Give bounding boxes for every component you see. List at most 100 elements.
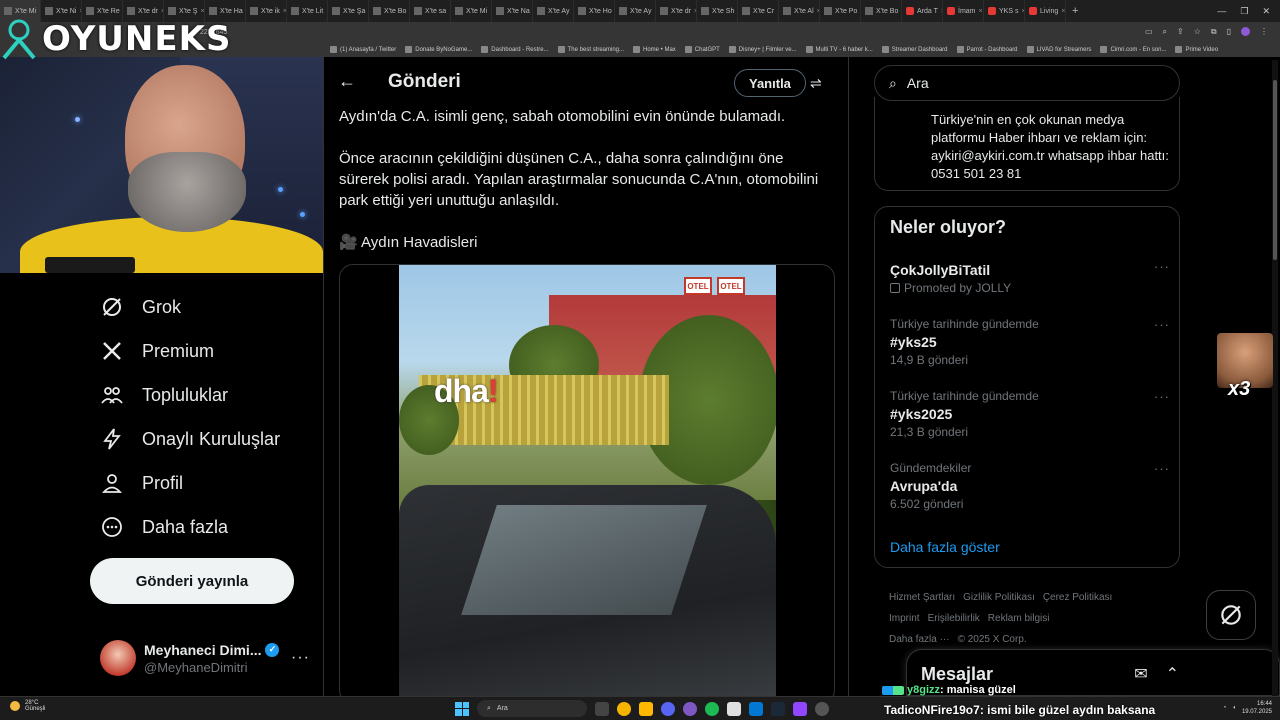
footer-link[interactable]: Imprint xyxy=(889,613,920,624)
browser-tab[interactable]: X'te Cr× xyxy=(738,0,779,22)
browser-tab[interactable]: X'te Şa× xyxy=(328,0,369,22)
browser-tab[interactable]: X'te Ay× xyxy=(533,0,574,22)
trend-item[interactable]: Gündemdekiler Avrupa'da 6.502 gönderi ··… xyxy=(890,461,1170,511)
bookmark-item[interactable]: (1) Anasayfa / Twitter xyxy=(330,46,396,53)
bookmark-item[interactable]: ChatGPT xyxy=(684,46,720,53)
zoom-icon[interactable]: ⌕ xyxy=(1163,27,1167,37)
steam-icon[interactable] xyxy=(771,701,785,716)
browser-tab[interactable]: X'te Po× xyxy=(820,0,861,22)
bookmark-star-icon[interactable]: ☆ xyxy=(1194,27,1201,37)
spotify-icon[interactable] xyxy=(705,701,719,716)
footer-link[interactable]: Gizlilik Politikası xyxy=(963,592,1035,603)
footer-link[interactable]: Çerez Politikası xyxy=(1043,592,1112,603)
browser-profile-icon[interactable] xyxy=(1241,27,1250,36)
sidebar-item-verified-orgs[interactable]: Onaylı Kuruluşlar xyxy=(100,427,280,451)
footer-link[interactable]: Reklam bilgisi xyxy=(988,613,1050,624)
browser-tab[interactable]: X'te ik × xyxy=(246,0,287,22)
cast-icon[interactable]: ▭ xyxy=(1145,27,1153,37)
more-dots-icon[interactable]: ··· xyxy=(1154,259,1170,274)
reply-button[interactable]: Yanıtla xyxy=(734,69,806,97)
bookmark-item[interactable]: Streamer Dashboard xyxy=(881,46,948,53)
browser-tab[interactable]: X'te Ay× xyxy=(615,0,656,22)
bookmark-item[interactable]: Donate ByNoGame... xyxy=(405,46,472,53)
expand-up-icon[interactable]: ⌃ xyxy=(1166,664,1179,684)
search-input[interactable]: ⌕ Ara xyxy=(874,65,1180,101)
browser-tab[interactable]: İmam × xyxy=(943,0,984,22)
more-dots-icon[interactable]: ··· xyxy=(1154,389,1170,404)
obs-icon[interactable] xyxy=(815,701,829,716)
tab-close-icon[interactable]: × xyxy=(979,8,983,15)
browser-tab[interactable]: X'te Mi× xyxy=(451,0,492,22)
notepad-icon[interactable] xyxy=(727,701,741,716)
bookmark-item[interactable]: Disney+ | Filmler ve... xyxy=(728,46,797,53)
bookmark-item[interactable]: Parrot - Dashboard xyxy=(956,46,1018,53)
tab-close-icon[interactable]: × xyxy=(1061,8,1065,15)
tab-close-icon[interactable]: × xyxy=(200,8,204,15)
trend-item[interactable]: Türkiye tarihinde gündemde #yks25 14,9 B… xyxy=(890,317,1170,367)
footer-link[interactable]: Daha fazla ··· xyxy=(889,634,950,645)
browser-tab[interactable]: X'te Al× xyxy=(779,0,820,22)
bookmark-item[interactable]: LIVAD for Streamers xyxy=(1026,46,1091,53)
bookmark-item[interactable]: Multi TV - 6 haber k... xyxy=(805,46,873,53)
bookmark-item[interactable]: The best streaming... xyxy=(557,46,624,53)
bookmark-item[interactable]: Prime Video xyxy=(1175,46,1218,53)
menu-icon[interactable]: ⋮ xyxy=(1260,27,1268,37)
browser-tab[interactable]: X'te dr× xyxy=(656,0,697,22)
show-more-link[interactable]: Daha fazla göster xyxy=(890,539,1000,555)
chrome-icon[interactable] xyxy=(617,701,631,716)
video-player[interactable]: OTEL OTEL dha! xyxy=(399,265,776,696)
more-dots-icon[interactable]: ··· xyxy=(1154,461,1170,476)
browser-tab[interactable]: X'te sa× xyxy=(410,0,451,22)
minimize-icon[interactable]: — xyxy=(1217,6,1226,17)
task-view-icon[interactable] xyxy=(595,701,609,716)
browser-tab[interactable]: YKS s× xyxy=(984,0,1025,22)
windows-start-icon[interactable] xyxy=(455,701,469,716)
sidebar-item-profile[interactable]: Profil xyxy=(100,471,183,495)
discord-icon[interactable] xyxy=(661,701,675,716)
bookmark-item[interactable]: Dashboard - Restre... xyxy=(481,46,549,53)
footer-link[interactable]: Erişilebilirlik xyxy=(928,613,980,624)
footer-link[interactable]: Hizmet Şartları xyxy=(889,592,955,603)
more-dots-icon[interactable]: ··· xyxy=(291,649,310,667)
more-dots-icon[interactable]: ··· xyxy=(1154,317,1170,332)
clock[interactable]: 16:44 19.07.2025 xyxy=(1242,700,1272,716)
account-switcher[interactable]: Meyhaneci Dimi... ✓ @MeyhaneDimitri ··· xyxy=(100,638,310,678)
taskbar-search[interactable]: ⌕ Ara xyxy=(477,700,587,717)
new-tab-button[interactable]: + xyxy=(1066,5,1084,17)
extensions-icon[interactable]: ⧉ xyxy=(1211,27,1217,37)
sidepanel-icon[interactable]: ▯ xyxy=(1227,27,1231,37)
browser-tab[interactable]: X'te Bo× xyxy=(369,0,410,22)
media-container[interactable]: OTEL OTEL dha! xyxy=(339,264,835,696)
share-icon[interactable]: ⇪ xyxy=(1177,27,1184,37)
browser-tab[interactable]: Arda T× xyxy=(902,0,943,22)
sidebar-item-communities[interactable]: Topluluklar xyxy=(100,383,228,407)
close-icon[interactable]: ✕ xyxy=(1262,6,1270,17)
app-icon[interactable] xyxy=(683,701,697,716)
store-icon[interactable] xyxy=(749,701,763,716)
file-explorer-icon[interactable] xyxy=(639,701,653,716)
footer-link[interactable]: © 2025 X Corp. xyxy=(958,634,1027,645)
post-button[interactable]: Gönderi yayınla xyxy=(90,558,294,604)
browser-tab[interactable]: X'te Na× xyxy=(492,0,533,22)
maximize-icon[interactable]: ❐ xyxy=(1240,6,1248,17)
bookmark-item[interactable]: Home • Max xyxy=(633,46,676,53)
sidebar-item-grok[interactable]: Grok xyxy=(100,295,181,319)
new-message-icon[interactable]: ✉ xyxy=(1134,664,1147,684)
twitch-icon[interactable] xyxy=(793,701,807,716)
sidebar-item-more[interactable]: Daha fazla xyxy=(100,515,228,539)
browser-tab[interactable]: X'te Sh× xyxy=(697,0,738,22)
sidebar-item-premium[interactable]: Premium xyxy=(100,339,214,363)
trend-item[interactable]: ÇokJollyBiTatil Promoted by JOLLY ··· xyxy=(890,259,1170,295)
trend-item[interactable]: Türkiye tarihinde gündemde #yks2025 21,3… xyxy=(890,389,1170,439)
browser-tab[interactable]: Living × xyxy=(1025,0,1066,22)
weather-widget[interactable]: 28°C Güneşli xyxy=(10,700,45,712)
network-icon[interactable]: ◔ xyxy=(1223,705,1227,711)
back-arrow-icon[interactable]: ← xyxy=(338,71,356,92)
scrollbar-thumb[interactable] xyxy=(1273,80,1277,260)
browser-tab[interactable]: X'te Bo× xyxy=(861,0,902,22)
browser-tab[interactable]: X'te Ho× xyxy=(574,0,615,22)
grok-fab-button[interactable] xyxy=(1206,590,1256,640)
volume-icon[interactable]: ◖ xyxy=(1232,705,1236,711)
browser-tab[interactable]: X'te Lit× xyxy=(287,0,328,22)
settings-sliders-icon[interactable]: ⇌ xyxy=(810,75,822,92)
